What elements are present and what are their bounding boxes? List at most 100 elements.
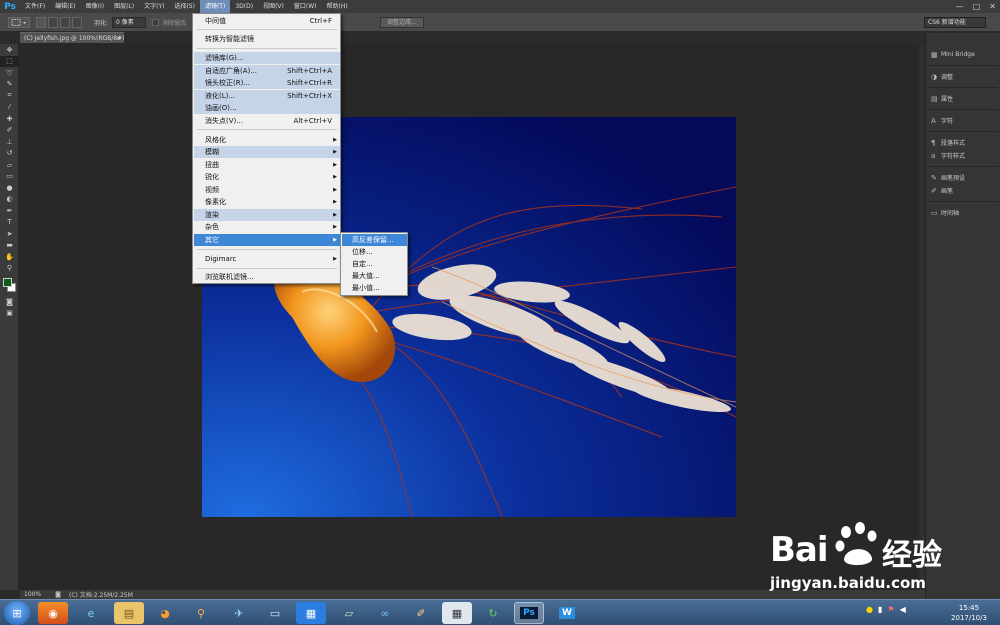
new-selection-button[interactable] <box>36 17 46 28</box>
tray-network-icon[interactable]: ▮ <box>878 605 882 614</box>
panel-character[interactable]: A 字符 <box>926 115 1000 126</box>
filter-menu-vanishing-point[interactable]: 消失点(V)... Alt+Ctrl+V <box>194 115 340 127</box>
menu-edit[interactable]: 编辑(E) <box>50 0 80 13</box>
panel-character-styles[interactable]: a 字符样式 <box>926 150 1000 161</box>
antialias-checkbox[interactable] <box>152 19 159 26</box>
history-brush-tool-icon[interactable]: ↺ <box>0 148 19 160</box>
windows-start-icon[interactable]: ⊞ <box>4 601 30 625</box>
clone-stamp-tool-icon[interactable]: ⊥ <box>0 136 19 148</box>
filter-menu-digimarc[interactable]: Digimarc ▶ <box>194 253 340 265</box>
notebook-app-icon[interactable]: ▱ <box>334 602 364 624</box>
hand-tool-icon[interactable]: ✋ <box>0 251 19 263</box>
filter-menu-adaptive-wide-angle[interactable]: 自适应广角(A)... Shift+Ctrl+A <box>194 64 340 77</box>
menu-window[interactable]: 窗口(W) <box>289 0 322 13</box>
feather-input[interactable]: 0 像素 <box>112 17 146 28</box>
calculator-icon[interactable]: ▦ <box>442 602 472 624</box>
intersect-selection-button[interactable] <box>72 17 82 28</box>
status-info-icon[interactable]: ◙ <box>55 591 61 598</box>
feiniu-icon[interactable]: ✈ <box>224 602 254 624</box>
filter-menu-gallery[interactable]: 滤镜库(G)... <box>194 52 340 64</box>
menu-layer[interactable]: 图层(L) <box>109 0 139 13</box>
filter-menu-other[interactable]: 其它 ▶ <box>194 233 340 246</box>
quick-mask-icon[interactable]: ◙ <box>0 296 19 308</box>
menu-image[interactable]: 图像(I) <box>81 0 109 13</box>
internet-explorer-icon[interactable]: e <box>76 602 106 624</box>
submenu-custom[interactable]: 自定... <box>342 258 407 270</box>
submenu-high-pass[interactable]: 高反差保留... <box>342 234 407 246</box>
photoshop-icon[interactable]: Ps <box>514 602 544 624</box>
wps-icon[interactable]: W <box>552 602 582 624</box>
workspace-select[interactable]: CS6 新增功能 <box>924 17 986 28</box>
healing-brush-tool-icon[interactable]: ✚ <box>0 113 19 125</box>
firefox-icon[interactable]: ◕ <box>150 602 180 624</box>
maximize-button[interactable]: □ <box>973 2 981 11</box>
screen-mode-icon[interactable]: ▣ <box>0 308 19 320</box>
menu-3d[interactable]: 3D(D) <box>230 0 258 13</box>
tray-volume-icon[interactable]: ◀ <box>900 605 906 614</box>
menu-filter[interactable]: 滤镜(T) <box>199 0 231 13</box>
filter-menu-last-filter[interactable]: 中间值 Ctrl+F <box>194 15 340 27</box>
menu-file[interactable]: 文件(F) <box>20 0 50 13</box>
submenu-minimum[interactable]: 最小值... <box>342 282 407 294</box>
zoom-level[interactable]: 100% <box>24 591 41 598</box>
filter-menu-video[interactable]: 视频 ▶ <box>194 184 340 196</box>
filter-menu-lens-correction[interactable]: 镜头校正(R)... Shift+Ctrl+R <box>194 77 340 89</box>
brush-tool-icon[interactable]: ✐ <box>0 125 19 137</box>
zoom-tool-icon[interactable]: ⚲ <box>0 263 19 275</box>
color-swatches[interactable] <box>0 274 18 296</box>
file-explorer-icon[interactable]: ▤ <box>114 602 144 624</box>
quick-select-tool-icon[interactable]: ✎ <box>0 79 19 91</box>
paint-app-icon[interactable]: ✐ <box>406 602 436 624</box>
tray-app-icon[interactable]: ● <box>866 605 873 614</box>
path-select-tool-icon[interactable]: ➤ <box>0 228 19 240</box>
type-tool-icon[interactable]: T <box>0 217 19 229</box>
panel-timeline[interactable]: ▭ 时间轴 <box>926 207 1000 218</box>
menu-view[interactable]: 视图(V) <box>258 0 289 13</box>
panel-mini-bridge[interactable]: ▦ Mini Bridge <box>926 49 1000 60</box>
panel-adjustments[interactable]: ◑ 调整 <box>926 71 1000 82</box>
add-selection-button[interactable] <box>48 17 58 28</box>
submenu-maximum[interactable]: 最大值... <box>342 270 407 282</box>
foreground-color-swatch[interactable] <box>3 278 12 287</box>
marquee-tool-icon[interactable]: ⬚ <box>0 55 19 67</box>
eraser-tool-icon[interactable]: ▱ <box>0 159 19 171</box>
menu-type[interactable]: 文字(Y) <box>139 0 169 13</box>
baidu-netdisk-icon[interactable]: ∞ <box>370 602 400 624</box>
dodge-tool-icon[interactable]: ◐ <box>0 194 19 206</box>
refine-edge-button[interactable]: 调整边缘... <box>380 17 424 28</box>
document-tab[interactable]: (C) Jellyfish.jpg @ 100%(RGB/8#) × <box>20 32 124 43</box>
filter-menu-noise[interactable]: 杂色 ▶ <box>194 221 340 233</box>
filter-menu-liquify[interactable]: 液化(L)... Shift+Ctrl+X <box>194 89 340 102</box>
eyedropper-tool-icon[interactable]: ⁄ <box>0 102 19 114</box>
media-player-icon[interactable]: ◉ <box>38 602 68 624</box>
close-button[interactable]: ✕ <box>989 2 996 11</box>
menu-select[interactable]: 选择(S) <box>169 0 200 13</box>
filter-menu-render[interactable]: 渲染 ▶ <box>194 208 340 221</box>
rectangle-tool-icon[interactable]: ▬ <box>0 240 19 252</box>
crop-tool-icon[interactable]: ⌗ <box>0 90 19 102</box>
menu-help[interactable]: 帮助(H) <box>322 0 353 13</box>
tray-security-icon[interactable]: ⚑ <box>887 605 894 614</box>
filter-menu-convert-smart[interactable]: 转换为智能滤镜 <box>194 33 340 45</box>
pen-tool-icon[interactable]: ✒ <box>0 205 19 217</box>
filter-menu-sharpen[interactable]: 锐化 ▶ <box>194 171 340 183</box>
refresh-app-icon[interactable]: ↻ <box>478 602 508 624</box>
filter-menu-blur[interactable]: 模糊 ▶ <box>194 146 340 158</box>
marquee-preset-picker[interactable] <box>8 17 30 28</box>
lasso-tool-icon[interactable]: ➰ <box>0 67 19 79</box>
blur-tool-icon[interactable]: ● <box>0 182 19 194</box>
filter-menu-oil-paint[interactable]: 油画(O)... <box>194 102 340 114</box>
tiles-app-icon[interactable]: ▦ <box>296 602 326 624</box>
taskbar-clock[interactable]: 15:45 2017/10/3 <box>946 603 992 623</box>
minimize-button[interactable]: — <box>956 2 964 11</box>
move-tool-icon[interactable]: ✥ <box>0 44 19 56</box>
panel-brush[interactable]: ✐ 画笔 <box>926 185 1000 196</box>
subtract-selection-button[interactable] <box>60 17 70 28</box>
panel-properties[interactable]: ▤ 属性 <box>926 93 1000 104</box>
panel-brush-presets[interactable]: ✎ 画笔预设 <box>926 172 1000 183</box>
filter-menu-browse-online[interactable]: 浏览联机滤镜... <box>194 271 340 283</box>
remote-desktop-icon[interactable]: ▭ <box>260 602 290 624</box>
filter-menu-distort[interactable]: 扭曲 ▶ <box>194 159 340 171</box>
filter-menu-stylize[interactable]: 风格化 ▶ <box>194 134 340 146</box>
panel-paragraph-styles[interactable]: ¶ 段落样式 <box>926 137 1000 148</box>
